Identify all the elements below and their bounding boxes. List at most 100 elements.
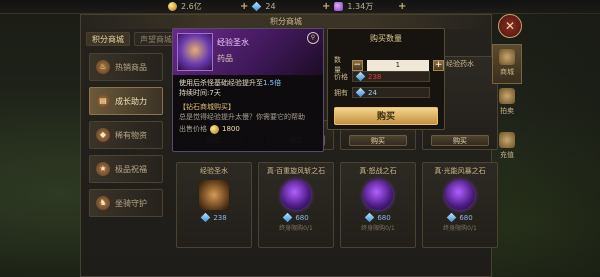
diamond-icon bbox=[201, 212, 211, 223]
diamond-icon bbox=[252, 1, 262, 12]
effect-value: 1.5倍 bbox=[263, 79, 282, 87]
right-nav: 商城 拍卖 充值 bbox=[492, 44, 522, 176]
add-gem-wrapper: + bbox=[398, 1, 406, 12]
duration-label: 持续时间: bbox=[179, 89, 210, 97]
side-item-growth[interactable]: ▤ 成长助力 bbox=[89, 87, 163, 115]
sell-label: 出售价格 bbox=[179, 125, 207, 133]
price-value: 680 bbox=[377, 213, 391, 222]
item-price: 680 bbox=[341, 212, 415, 223]
item-card[interactable]: 经验圣水 238 bbox=[176, 162, 252, 248]
item-name: 真·怒战之石 bbox=[359, 167, 397, 175]
hammer-icon bbox=[499, 88, 515, 104]
tab-points-shop[interactable]: 积分商城 bbox=[86, 32, 130, 46]
side-item-hot[interactable]: ♨ 热销商品 bbox=[89, 53, 163, 81]
add-gem-icon[interactable]: + bbox=[398, 1, 406, 12]
buy-button[interactable]: 购买 bbox=[334, 107, 438, 125]
gold-amount: 2.6亿 bbox=[181, 2, 202, 11]
purple-gem-icon bbox=[334, 2, 344, 11]
price-value: 238 bbox=[213, 213, 227, 222]
diamond-icon bbox=[283, 212, 293, 223]
book-icon: ▤ bbox=[96, 94, 110, 108]
magnify-icon[interactable]: ⚲ bbox=[307, 32, 319, 44]
item-card[interactable]: 真·光能风暴之石 680 终身限购0/1 bbox=[422, 162, 498, 248]
side-item-label: 热销商品 bbox=[115, 62, 147, 72]
diamond-currency: + 24 bbox=[240, 1, 276, 12]
quantity-stepper[interactable]: 1 bbox=[366, 59, 430, 71]
nav-shop[interactable]: 商城 bbox=[492, 44, 522, 84]
side-item-blessing[interactable]: ★ 极品祝福 bbox=[89, 155, 163, 183]
price-field: 238 bbox=[352, 71, 430, 82]
owned-value: 24 bbox=[368, 88, 377, 97]
tooltip-description: 总是觉得经验提升太慢？你需要它的帮助 bbox=[179, 113, 305, 121]
gold-coin-icon bbox=[210, 124, 219, 134]
side-item-rare[interactable]: ◆ 稀有物资 bbox=[89, 121, 163, 149]
item-name: 真·百重旋风斩之石 bbox=[266, 167, 326, 175]
diamond-icon bbox=[447, 212, 457, 223]
item-name: 真·光能风暴之石 bbox=[434, 167, 486, 175]
gem-currency: + 1.34万 bbox=[322, 1, 373, 12]
item-price: 680 bbox=[423, 212, 497, 223]
tooltip-source: 【钻石商城购买】 bbox=[179, 103, 235, 111]
buy-button[interactable]: 购买 bbox=[431, 135, 489, 146]
tooltip-item-type: 药品 bbox=[217, 54, 233, 63]
tooltip-effect: 使用后杀怪基础经验提升至1.5倍 bbox=[173, 78, 323, 88]
tooltip-item-name: 经验圣水 bbox=[217, 38, 249, 47]
effect-text: 使用后杀怪基础经验提升至 bbox=[179, 79, 263, 87]
diamond-icon bbox=[365, 212, 375, 223]
owned-label: 拥有 bbox=[334, 88, 348, 97]
side-item-label: 稀有物资 bbox=[115, 130, 147, 140]
potion-icon bbox=[199, 180, 229, 210]
nav-label: 充值 bbox=[500, 151, 514, 159]
item-tooltip: 经验圣水 药品 ⚲ 使用后杀怪基础经验提升至1.5倍 持续时间:7天 【钻石商城… bbox=[172, 28, 324, 152]
gold-currency: 2.6亿 bbox=[168, 1, 202, 12]
side-item-mount[interactable]: ♞ 坐骑守护 bbox=[89, 189, 163, 217]
diamond-amount: 24 bbox=[265, 2, 276, 11]
tooltip-header: 经验圣水 药品 ⚲ bbox=[173, 29, 323, 75]
gem-icon: ◆ bbox=[96, 128, 110, 142]
item-card[interactable]: 真·百重旋风斩之石 680 终身限购0/1 bbox=[258, 162, 334, 248]
purchase-limit: 终身限购0/1 bbox=[361, 225, 395, 232]
side-item-label: 成长助力 bbox=[115, 96, 147, 106]
side-item-label: 坐骑守护 bbox=[115, 198, 147, 208]
fire-icon: ♨ bbox=[96, 60, 110, 74]
buy-panel-title: 购买数量 bbox=[370, 34, 402, 43]
item-price: 680 bbox=[259, 212, 333, 223]
panel-title: 积分商城 bbox=[81, 15, 491, 29]
add-gold-icon[interactable]: + bbox=[240, 1, 248, 12]
buy-button[interactable]: 购买 bbox=[349, 135, 407, 146]
skill-stone-icon bbox=[445, 180, 475, 210]
diamond-icon bbox=[355, 87, 366, 98]
increase-button[interactable]: + bbox=[433, 59, 444, 71]
nav-auction[interactable]: 拍卖 bbox=[492, 88, 522, 128]
decrease-button[interactable]: − bbox=[351, 59, 363, 71]
nav-label: 商城 bbox=[500, 68, 514, 76]
buy-quantity-panel: 购买数量 数量 − 1 + 价格 238 拥有 24 购买 bbox=[327, 28, 445, 130]
nav-label: 拍卖 bbox=[500, 107, 514, 115]
price-row: 价格 238 bbox=[334, 71, 430, 82]
item-name: 经验圣水 bbox=[200, 167, 228, 175]
skill-stone-icon bbox=[281, 180, 311, 210]
skill-stone-icon bbox=[363, 180, 393, 210]
star-icon: ★ bbox=[96, 162, 110, 176]
side-menu: ♨ 热销商品 ▤ 成长助力 ◆ 稀有物资 ★ 极品祝福 ♞ 坐骑守护 bbox=[89, 53, 163, 223]
purchase-limit: 终身限购0/1 bbox=[443, 225, 477, 232]
price-value: 680 bbox=[295, 213, 309, 222]
close-button[interactable]: ✕ bbox=[498, 14, 522, 38]
add-diamond-icon[interactable]: + bbox=[322, 1, 330, 12]
shop-tabs: 积分商城 声望商城 bbox=[86, 32, 178, 46]
gold-coin-icon bbox=[168, 2, 177, 11]
sell-value: 1800 bbox=[222, 125, 240, 133]
duration-value: 7天 bbox=[209, 89, 221, 97]
purchase-limit: 终身限购0/1 bbox=[279, 225, 313, 232]
item-card[interactable]: 真·怒战之石 680 终身限购0/1 bbox=[340, 162, 416, 248]
tooltip-duration: 持续时间:7天 bbox=[173, 88, 323, 98]
side-item-label: 极品祝福 bbox=[115, 164, 147, 174]
price-value: 238 bbox=[368, 72, 382, 81]
nav-recharge[interactable]: 充值 bbox=[492, 132, 522, 172]
owned-field: 24 bbox=[352, 87, 430, 98]
price-label: 价格 bbox=[334, 72, 348, 81]
bag-icon bbox=[499, 49, 515, 65]
diamond-icon bbox=[355, 71, 366, 82]
tooltip-sell-price: 出售价格 1800 bbox=[173, 122, 323, 134]
item-price: 238 bbox=[177, 212, 251, 223]
